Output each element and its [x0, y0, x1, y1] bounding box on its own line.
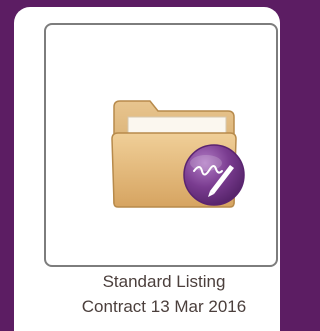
document-tile[interactable]: Standard Listing Contract 13 Mar 2016 [14, 7, 280, 331]
document-title-line-2: Contract 13 Mar 2016 [81, 297, 247, 316]
document-title[interactable]: Standard Listing Contract 13 Mar 2016 [44, 269, 284, 319]
document-thumbnail[interactable] [44, 23, 278, 267]
document-title-line-1: Standard Listing [102, 272, 226, 291]
folder-with-signature-icon [111, 100, 245, 208]
